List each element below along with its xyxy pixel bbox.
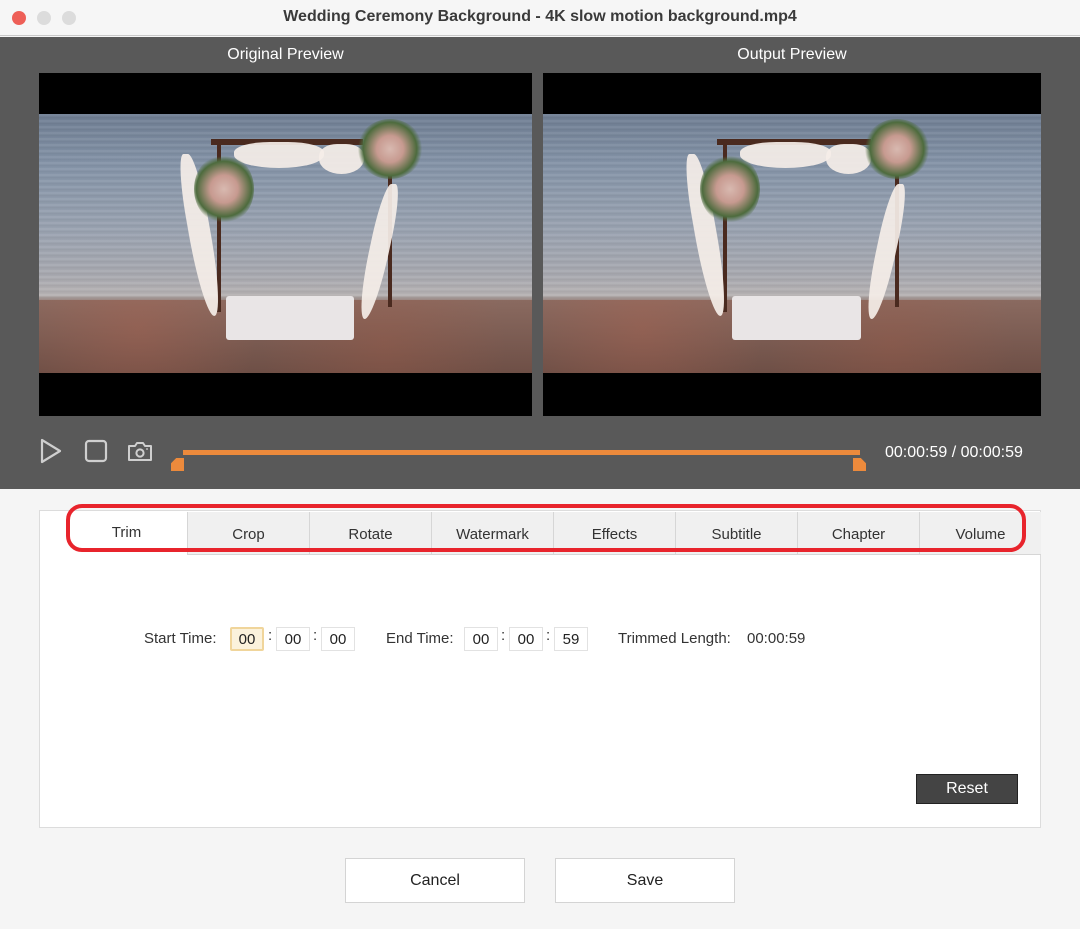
trimmed-length-value: 00:00:59	[747, 630, 806, 647]
end-seconds-input[interactable]	[554, 627, 588, 651]
end-hours-input[interactable]	[464, 627, 498, 651]
title-bar: Wedding Ceremony Background - 4K slow mo…	[0, 0, 1080, 36]
trimmed-length-label: Trimmed Length:	[618, 630, 731, 647]
start-minutes-input[interactable]	[276, 627, 310, 651]
tab-trim[interactable]: Trim	[66, 512, 187, 555]
stop-icon[interactable]	[83, 438, 109, 464]
output-preview-label: Output Preview	[737, 46, 847, 63]
window-title: Wedding Ceremony Background - 4K slow mo…	[283, 8, 797, 25]
tab-effects[interactable]: Effects	[553, 512, 675, 555]
tab-rotate[interactable]: Rotate	[309, 512, 431, 555]
start-seconds-input[interactable]	[321, 627, 355, 651]
video-frame	[39, 114, 532, 373]
tab-crop[interactable]: Crop	[187, 512, 309, 555]
tab-volume[interactable]: Volume	[919, 512, 1041, 555]
preview-area: Original Preview Output Preview	[0, 37, 1080, 489]
time-separator: :	[546, 627, 551, 644]
play-icon[interactable]	[38, 438, 64, 464]
end-minutes-input[interactable]	[509, 627, 543, 651]
output-preview-video	[543, 73, 1041, 416]
tab-chapter[interactable]: Chapter	[797, 512, 919, 555]
playback-timecode: 00:00:59 / 00:00:59	[885, 444, 1023, 461]
time-separator: :	[313, 627, 318, 644]
original-preview-label: Original Preview	[227, 46, 344, 63]
trim-editor-window: Wedding Ceremony Background - 4K slow mo…	[0, 0, 1080, 929]
camera-icon[interactable]	[127, 438, 153, 464]
time-separator: :	[268, 627, 273, 644]
save-button[interactable]: Save	[555, 858, 735, 903]
time-separator: :	[501, 627, 506, 644]
edit-panel: Trim Crop Rotate Watermark Effects Subti…	[39, 510, 1041, 828]
tab-watermark[interactable]: Watermark	[431, 512, 553, 555]
start-hours-input[interactable]	[230, 627, 264, 651]
reset-button[interactable]: Reset	[916, 774, 1018, 804]
trim-timeline[interactable]	[183, 450, 860, 455]
tab-subtitle[interactable]: Subtitle	[675, 512, 797, 555]
trim-time-row: Start Time: : : End Time: : : Trimmed Le…	[0, 627, 1080, 651]
original-preview-video	[39, 73, 532, 416]
edit-tabs: Trim Crop Rotate Watermark Effects Subti…	[66, 512, 1041, 555]
cancel-button[interactable]: Cancel	[345, 858, 525, 903]
end-time-label: End Time:	[386, 630, 454, 647]
start-time-label: Start Time:	[144, 630, 217, 647]
video-frame	[543, 114, 1041, 373]
